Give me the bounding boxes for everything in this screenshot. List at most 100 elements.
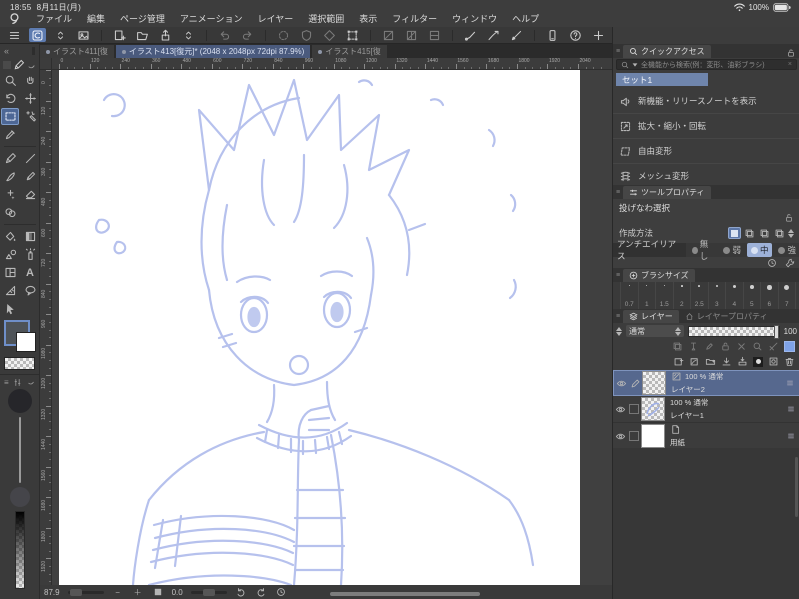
help-button[interactable] <box>567 28 584 42</box>
tool-eyedropper[interactable] <box>1 126 19 143</box>
rotation-slider[interactable] <box>190 588 227 596</box>
layer-menu-icon[interactable] <box>786 404 796 414</box>
menu-item-2[interactable]: ページ管理 <box>120 12 165 25</box>
wrench-icon[interactable] <box>785 258 795 268</box>
tab-layer-property[interactable]: レイヤープロパティ <box>679 310 774 323</box>
menu-item-0[interactable]: ファイル <box>36 12 72 25</box>
menu-item-5[interactable]: 選択範囲 <box>308 12 344 25</box>
layer-thumbnail[interactable] <box>642 371 666 395</box>
layer-visibility[interactable] <box>613 404 627 415</box>
layer-row-1[interactable]: 100 % 通常 レイヤー1 <box>613 396 799 423</box>
brush-size-cell-0[interactable]: 0.7 <box>621 282 639 309</box>
snap-ruler-button[interactable] <box>426 28 443 42</box>
undo-button[interactable] <box>216 28 233 42</box>
newvector-icon[interactable] <box>689 356 700 367</box>
brush-preview-large[interactable] <box>7 389 32 413</box>
drawing-canvas[interactable] <box>59 70 580 585</box>
companion-mode-button[interactable] <box>544 28 561 42</box>
snap-off-button[interactable] <box>380 28 397 42</box>
panel-grip-icon[interactable]: ≡ <box>4 378 9 387</box>
brush-size-cell-5[interactable]: 3 <box>709 282 726 309</box>
brush-size-cell-2[interactable]: 1.5 <box>656 282 674 309</box>
rotate-ccw-button[interactable] <box>235 586 247 598</box>
deselect-button[interactable] <box>298 28 315 42</box>
eye-icon[interactable] <box>615 431 626 442</box>
new-canvas-button[interactable] <box>111 28 128 42</box>
secondary-color-chip[interactable] <box>16 332 36 352</box>
main-menu-button[interactable] <box>6 28 23 42</box>
tool-airbrush[interactable] <box>21 168 39 185</box>
brush-size-cell-4[interactable]: 2.5 <box>691 282 709 309</box>
menu-item-4[interactable]: レイヤー <box>258 12 294 25</box>
select-dashed-button[interactable] <box>275 28 292 42</box>
newlayer-icon[interactable] <box>673 356 684 367</box>
tool-frame[interactable] <box>1 264 19 281</box>
tool-zoom[interactable] <box>1 72 19 89</box>
layer-list-empty-area[interactable] <box>613 448 799 599</box>
panel-grip-icon[interactable]: ≡ <box>613 310 623 323</box>
checkbox-icon[interactable] <box>629 404 639 414</box>
layer-checkbox[interactable] <box>627 404 641 414</box>
toolbar-grip[interactable] <box>32 47 35 55</box>
export-options-button[interactable] <box>180 28 197 42</box>
lock-icon[interactable] <box>720 341 731 352</box>
panel-grip-icon[interactable]: ≡ <box>613 269 623 282</box>
invert-selection-button[interactable] <box>321 28 338 42</box>
document-tab-2[interactable]: イラスト415[復 <box>312 45 387 58</box>
antialias-option-1[interactable]: 弱 <box>719 243 745 257</box>
clip-studio-logo-icon[interactable] <box>8 12 21 25</box>
tool-pencil[interactable] <box>21 150 39 167</box>
zoom-slider-handle[interactable] <box>69 588 82 596</box>
mergedown-icon[interactable] <box>737 356 748 367</box>
clear-search-icon[interactable]: × <box>788 61 792 68</box>
tool-text[interactable]: A <box>21 264 39 281</box>
antialias-option-2[interactable]: 中 <box>746 243 773 257</box>
document-tab-1[interactable]: イラスト413[復元]* (2048 x 2048px 72dpi 87.9%) <box>115 45 311 58</box>
collapse-icon[interactable]: « <box>4 46 9 56</box>
tpin-icon[interactable] <box>688 341 699 352</box>
zoom-out-button[interactable]: − <box>112 586 124 598</box>
tool-gradient[interactable] <box>21 228 39 245</box>
search-input[interactable]: 全機能から検索(例：変形、油彩ブラシ) × <box>616 59 797 70</box>
tool-balloon[interactable] <box>21 282 39 299</box>
panel-grip-icon[interactable]: ≡ <box>613 186 623 199</box>
layer-checkbox[interactable] <box>627 431 641 441</box>
zoom-slider[interactable] <box>67 588 104 596</box>
layer-menu-icon[interactable] <box>785 378 795 388</box>
blend-mode-select[interactable]: 通常 <box>626 325 684 337</box>
layer-row-0[interactable]: 100 % 通常 レイヤー2 <box>613 370 799 396</box>
correct-line-button[interactable] <box>462 28 479 42</box>
layer-visibility[interactable] <box>613 431 627 442</box>
menu-item-7[interactable]: フィルター <box>392 12 437 25</box>
tool-decoration[interactable] <box>1 186 19 203</box>
menu-item-9[interactable]: ヘルプ <box>512 12 539 25</box>
fit-screen-button[interactable] <box>152 586 164 598</box>
tool-ruler[interactable] <box>1 282 19 299</box>
toolbar-collapse[interactable]: « <box>0 44 39 58</box>
antialias-option-0[interactable]: 無し <box>688 237 717 263</box>
tool-spray[interactable] <box>21 246 39 263</box>
csp-home-button[interactable] <box>29 28 46 42</box>
brush-preview-faint[interactable] <box>9 487 30 507</box>
tab-brush-size[interactable]: ブラシサイズ <box>623 269 695 282</box>
tool-figure[interactable] <box>1 246 19 263</box>
redo-button[interactable] <box>239 28 256 42</box>
clip-icon[interactable] <box>672 341 683 352</box>
brush-size-cell-9[interactable]: 7 <box>779 282 796 309</box>
transparent-color-chip[interactable] <box>4 357 35 370</box>
bluesq-icon[interactable] <box>784 341 795 352</box>
sparkq-icon[interactable] <box>752 341 763 352</box>
chevron-down-icon[interactable] <box>632 62 638 67</box>
quick-access-set-button[interactable]: セット1 <box>616 73 708 86</box>
brush-size-cell-8[interactable]: 6 <box>761 282 779 309</box>
brush-size-cell-1[interactable]: 1 <box>639 282 656 309</box>
quick-access-item-1[interactable]: 拡大・縮小・回転 <box>613 114 799 139</box>
unlock-icon[interactable] <box>784 213 794 223</box>
current-subtool-row[interactable] <box>0 58 39 72</box>
transferdown-icon[interactable] <box>721 356 732 367</box>
panel-grip-icon[interactable]: ≡ <box>613 45 623 58</box>
maskcircle-icon[interactable] <box>753 356 763 367</box>
rotation-slider-handle[interactable] <box>202 588 215 596</box>
eye-icon[interactable] <box>616 378 627 389</box>
tool-selection[interactable] <box>1 108 19 125</box>
